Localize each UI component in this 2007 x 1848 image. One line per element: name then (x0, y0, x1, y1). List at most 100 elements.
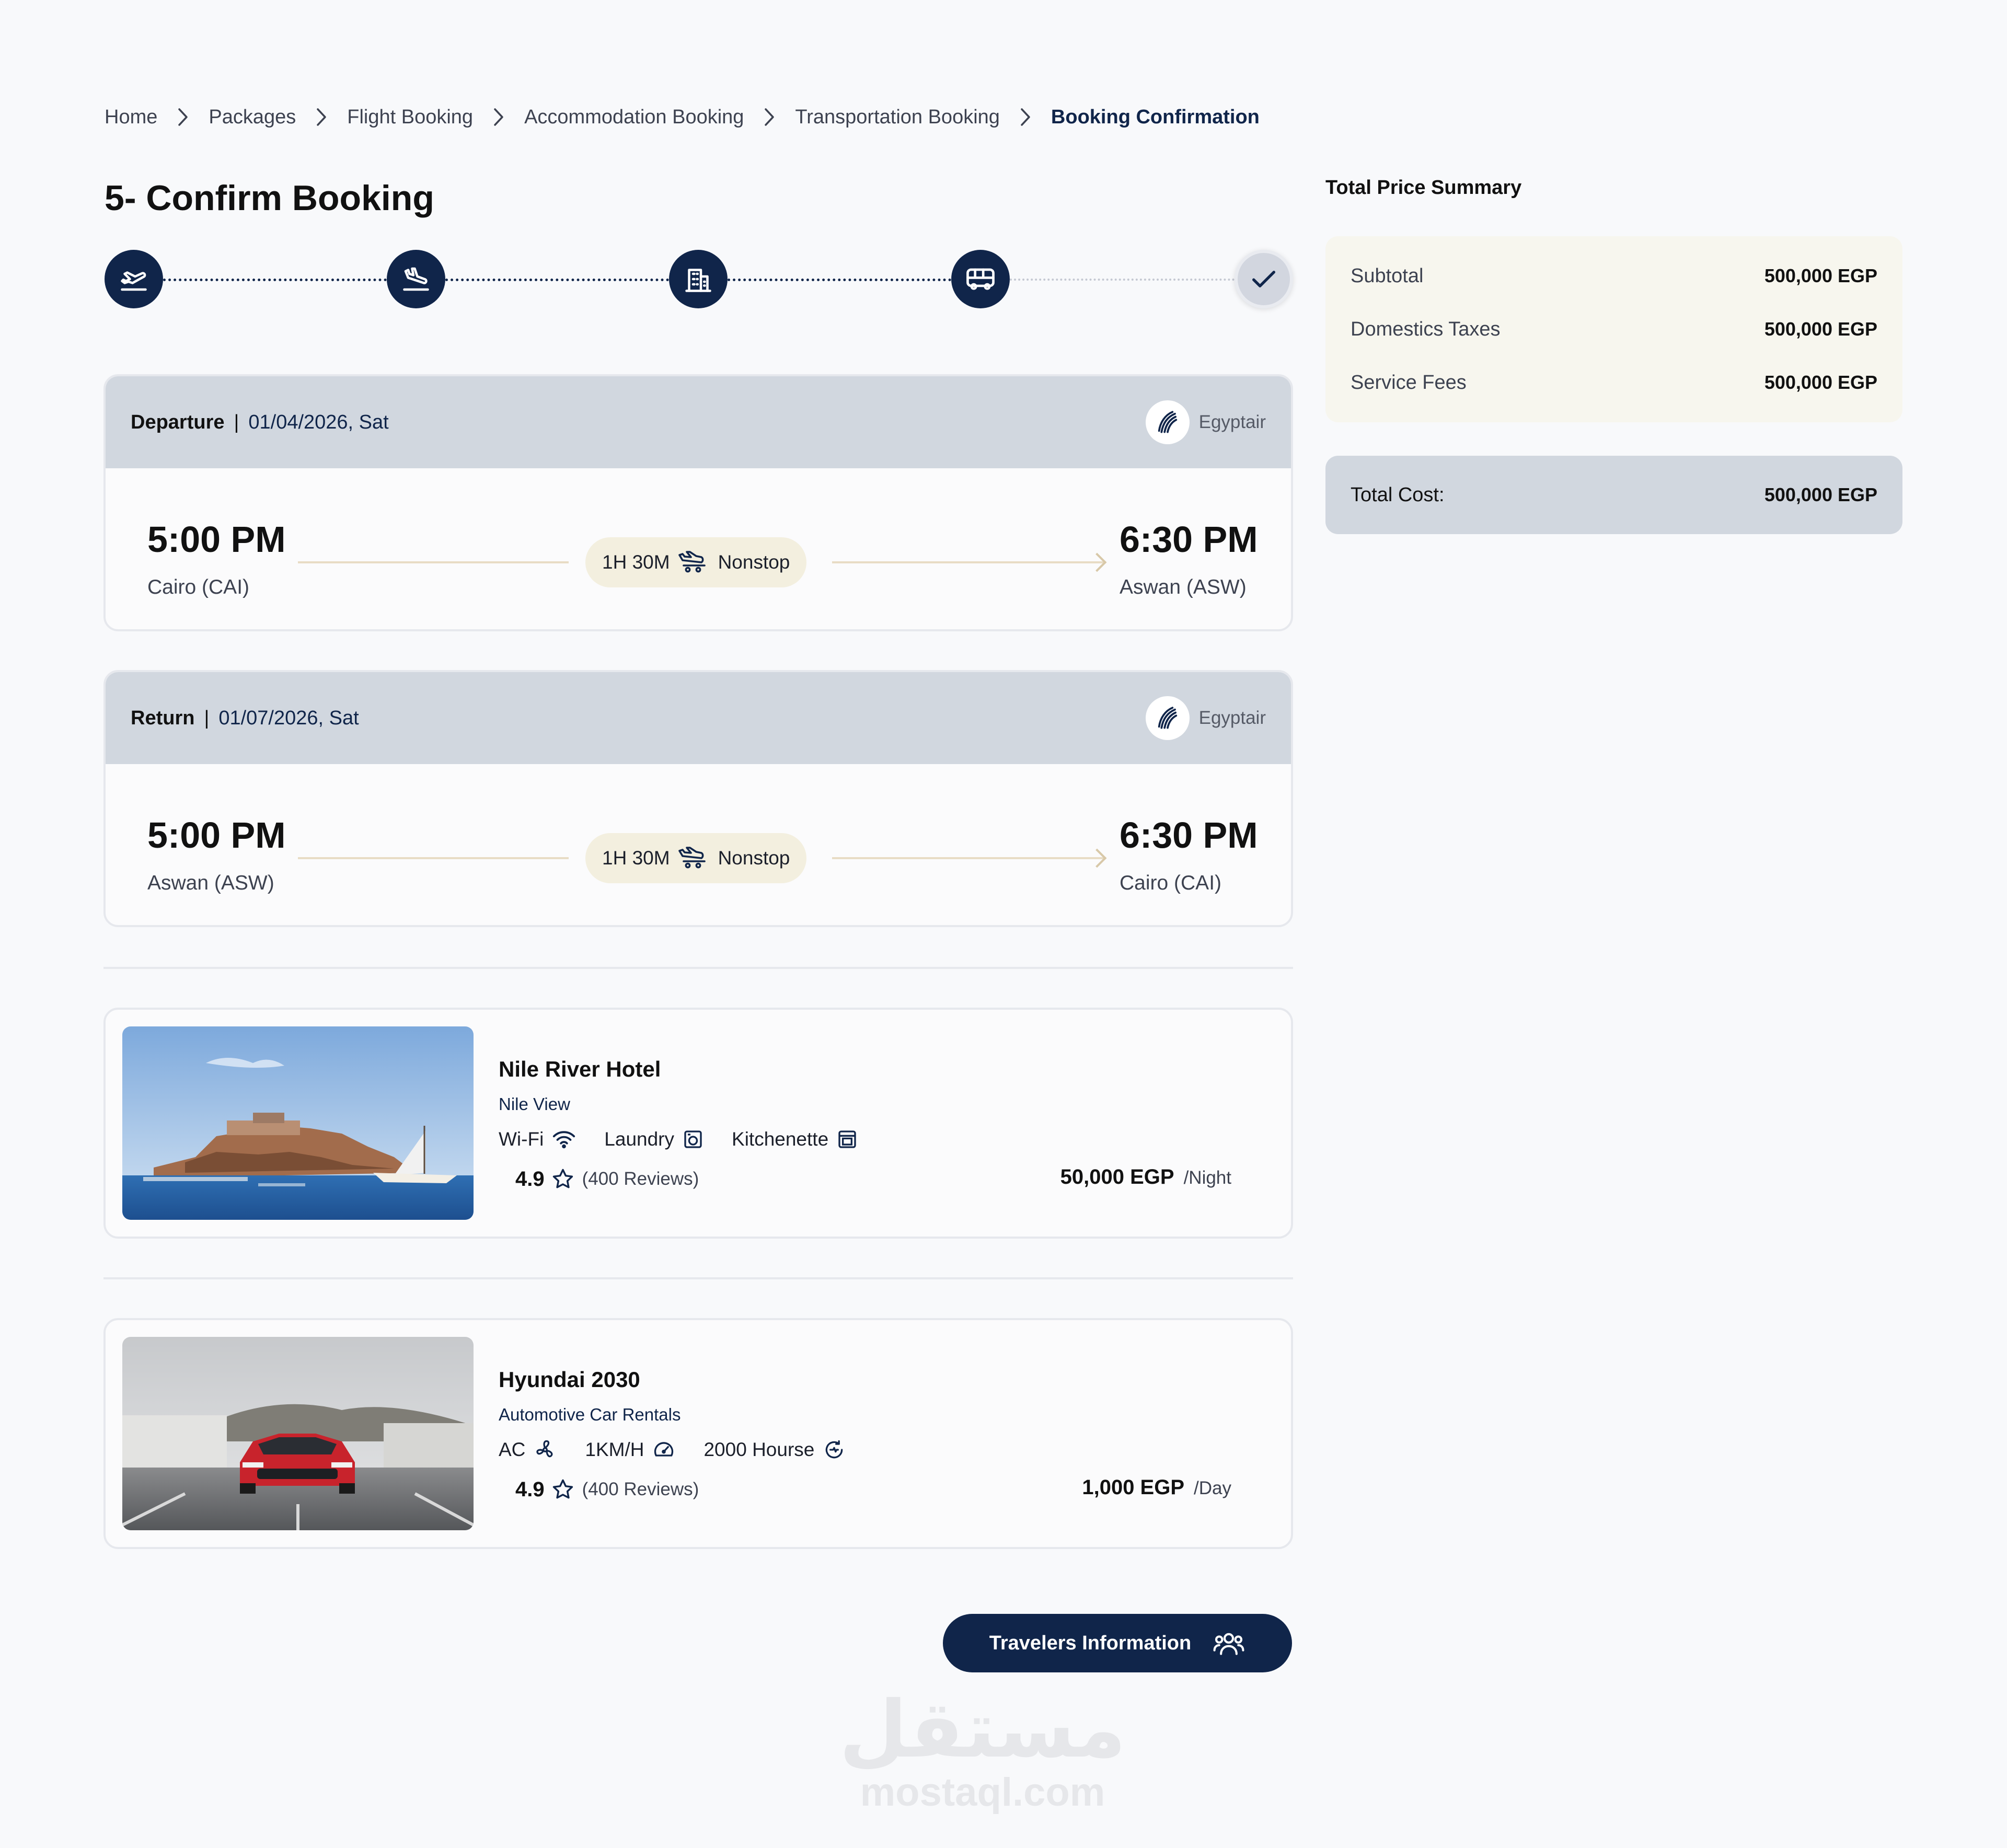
route-line (298, 561, 569, 563)
car-card[interactable]: Hyundai 2030 Automotive Car Rentals AC 1… (103, 1318, 1293, 1549)
engine-icon (826, 1440, 843, 1459)
total-cost-box: Total Cost: 500,000 EGP (1325, 456, 1902, 534)
airline-name: Egyptair (1198, 412, 1266, 432)
return-flight-card[interactable]: Return | 01/07/2026, Sat Egyptair 5:00 P… (103, 670, 1293, 927)
step-accommodation[interactable] (669, 250, 728, 308)
egyptair-logo-icon (1145, 400, 1190, 444)
arrival-time: 6:30 PM (1120, 519, 1258, 560)
total-value: 500,000 EGP (1764, 484, 1877, 505)
summary-row-taxes: Domestics Taxes 500,000 EGP (1351, 314, 1877, 345)
egyptair-logo-icon (1145, 696, 1190, 740)
feature-label: 1KM/H (585, 1439, 644, 1460)
plane-landing-icon (403, 267, 429, 291)
breadcrumb-accommodation-booking[interactable]: Accommodation Booking (524, 106, 744, 129)
summary-label: Service Fees (1351, 371, 1467, 394)
price-unit: /Day (1194, 1478, 1231, 1498)
airline: Egyptair (1145, 696, 1266, 740)
breadcrumb-transportation-booking[interactable]: Transportation Booking (795, 106, 1000, 129)
car-price: 1,000 EGP /Day (1082, 1476, 1231, 1499)
header-separator: | (234, 411, 239, 433)
amenity-label: Laundry (604, 1128, 675, 1150)
total-label: Total Cost: (1351, 483, 1445, 506)
flight-stops: Nonstop (718, 847, 790, 869)
duration-pill: 1H 30M Nonstop (585, 833, 807, 883)
summary-value: 500,000 EGP (1764, 318, 1877, 340)
step-connector (728, 279, 951, 281)
rating-value: 4.9 (515, 1167, 545, 1191)
car-features: AC 1KM/H 2000 Hourse (499, 1435, 874, 1464)
step-connector (445, 279, 669, 281)
car-rating: 4.9 (400 Reviews) (515, 1475, 699, 1504)
review-count[interactable]: (400 Reviews) (582, 1169, 699, 1189)
flight-date: 01/04/2026, Sat (248, 411, 389, 433)
booking-stepper (105, 250, 1293, 308)
feature-ac: AC (499, 1438, 557, 1461)
step-transportation[interactable] (951, 250, 1010, 308)
travelers-information-button[interactable]: Travelers Information (943, 1614, 1292, 1672)
route-line (832, 857, 1104, 859)
amenity-laundry: Laundry (604, 1128, 703, 1150)
breadcrumb-booking-confirmation: Booking Confirmation (1051, 106, 1260, 128)
car-name: Hyundai 2030 (499, 1367, 640, 1392)
feature-label: 2000 Hourse (703, 1439, 815, 1460)
arrow-right-icon (1087, 552, 1107, 572)
hotel-card[interactable]: Nile River Hotel Nile View Wi-Fi Laundry… (103, 1008, 1293, 1239)
price-summary-box: Subtotal 500,000 EGP Domestics Taxes 500… (1325, 236, 1902, 422)
route-line (298, 857, 569, 859)
price-unit: /Night (1183, 1168, 1231, 1188)
watermark: مستقل mostaql.com (836, 1688, 1129, 1814)
departure-flight-card[interactable]: Departure | 01/04/2026, Sat Egyptair 5:0… (103, 374, 1293, 631)
fan-icon (536, 1440, 553, 1458)
step-confirmation[interactable] (1235, 250, 1293, 308)
hotel-building-icon (685, 269, 711, 292)
button-label: Travelers Information (989, 1632, 1192, 1654)
review-count[interactable]: (400 Reviews) (582, 1479, 699, 1500)
duration-pill: 1H 30M Nonstop (585, 537, 807, 587)
summary-label: Subtotal (1351, 264, 1424, 287)
amenity-label: Wi-Fi (499, 1128, 544, 1150)
summary-row-service-fees: Service Fees 500,000 EGP (1351, 367, 1877, 398)
summary-value: 500,000 EGP (1764, 372, 1877, 393)
step-connector (1010, 279, 1235, 281)
star-icon (552, 1169, 573, 1188)
watermark-latin: mostaql.com (860, 1770, 1105, 1815)
wifi-icon (553, 1131, 575, 1149)
flight-duration: 1H 30M (602, 551, 670, 573)
speedometer-icon (654, 1442, 674, 1457)
section-divider (103, 967, 1293, 969)
arrival-time: 6:30 PM (1120, 815, 1258, 856)
airplane-icon (678, 847, 706, 869)
airplane-icon (678, 551, 706, 573)
hotel-name: Nile River Hotel (499, 1057, 661, 1081)
breadcrumb: Home Packages Flight Booking Accommodati… (105, 102, 1260, 132)
airline-name: Egyptair (1198, 708, 1266, 728)
airline: Egyptair (1145, 400, 1266, 444)
check-icon (1252, 271, 1275, 287)
step-flight-return[interactable] (387, 250, 445, 308)
route-line (832, 561, 1104, 563)
chevron-right-icon (744, 102, 795, 132)
summary-row-subtotal: Subtotal 500,000 EGP (1351, 260, 1877, 292)
summary-label: Domestics Taxes (1351, 318, 1501, 340)
departure-city: Cairo (CAI) (147, 576, 250, 598)
summary-title: Total Price Summary (1325, 177, 1522, 199)
breadcrumb-home[interactable]: Home (105, 106, 157, 129)
flight-duration: 1H 30M (602, 847, 670, 869)
price-value: 50,000 EGP (1060, 1165, 1174, 1188)
feature-speed: 1KM/H (585, 1438, 675, 1461)
departure-city: Aswan (ASW) (147, 872, 274, 894)
star-icon (552, 1479, 573, 1499)
hotel-amenities: Wi-Fi Laundry Kitchenette (499, 1125, 886, 1154)
breadcrumb-flight-booking[interactable]: Flight Booking (347, 106, 473, 129)
arrow-right-icon (1087, 848, 1107, 868)
flight-direction-label: Departure (131, 411, 225, 433)
flight-date: 01/07/2026, Sat (218, 707, 359, 729)
bus-icon (966, 268, 995, 290)
step-flight-departure[interactable] (105, 250, 163, 308)
flight-card-header: Return | 01/07/2026, Sat Egyptair (106, 672, 1291, 764)
washing-machine-icon (684, 1130, 702, 1148)
price-value: 1,000 EGP (1082, 1476, 1185, 1499)
chevron-right-icon (296, 102, 347, 132)
breadcrumb-packages[interactable]: Packages (209, 106, 296, 129)
amenity-wifi: Wi-Fi (499, 1128, 576, 1150)
